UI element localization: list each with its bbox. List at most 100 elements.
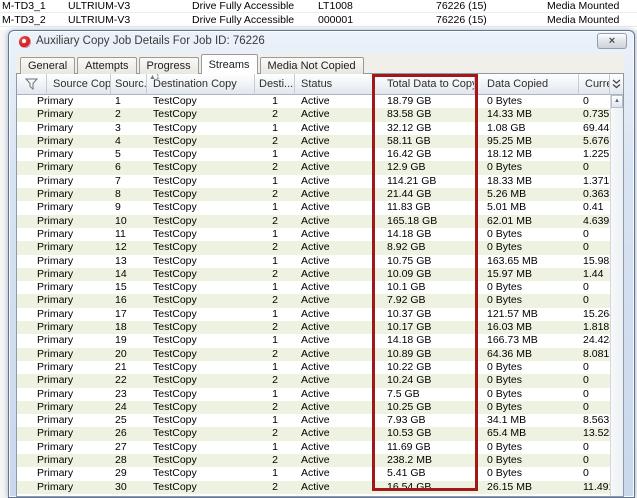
cell-destination-stream: 2 (255, 161, 295, 174)
cell-status: Active (295, 348, 375, 361)
table-row[interactable]: Primary 17 TestCopy 1 Active 10.37 GB 12… (17, 308, 610, 321)
cell-status: Active (295, 454, 375, 467)
cell-current: 0 (579, 454, 610, 467)
table-row[interactable]: Primary 16 TestCopy 2 Active 7.92 GB 0 B… (17, 294, 610, 307)
tab-attempts[interactable]: Attempts (77, 57, 136, 74)
bg-cell-barcode: LT1008 (318, 0, 353, 13)
table-row[interactable]: Primary 20 TestCopy 2 Active 10.89 GB 64… (17, 348, 610, 361)
table-row[interactable]: Primary 27 TestCopy 1 Active 11.69 GB 0 … (17, 441, 610, 454)
table-row[interactable]: Primary 30 TestCopy 2 Active 16.54 GB 26… (17, 481, 610, 494)
cell-status: Active (295, 215, 375, 228)
scroll-up-button[interactable]: ▲ (611, 95, 623, 108)
cell-current: 0 (579, 401, 610, 414)
table-row[interactable]: Primary 18 TestCopy 2 Active 10.17 GB 16… (17, 321, 610, 334)
table-row[interactable]: Primary 11 TestCopy 1 Active 14.18 GB 0 … (17, 228, 610, 241)
table-row[interactable]: Primary 26 TestCopy 2 Active 10.53 GB 65… (17, 427, 610, 440)
cell-status: Active (295, 441, 375, 454)
column-header-destination-stream[interactable]: Desti... (255, 74, 295, 95)
table-row[interactable]: Primary 25 TestCopy 1 Active 7.93 GB 34.… (17, 414, 610, 427)
column-header-source-copy[interactable]: Source Copy (47, 74, 111, 95)
table-row[interactable]: Primary 13 TestCopy 1 Active 10.75 GB 16… (17, 255, 610, 268)
table-row[interactable]: Primary 12 TestCopy 2 Active 8.92 GB 0 B… (17, 241, 610, 254)
table-row[interactable]: Primary 21 TestCopy 1 Active 10.22 GB 0 … (17, 361, 610, 374)
cell-destination-copy: TestCopy (147, 215, 255, 228)
table-row[interactable]: Primary 4 TestCopy 2 Active 58.11 GB 95.… (17, 135, 610, 148)
table-row[interactable]: Primary 5 TestCopy 1 Active 16.42 GB 18.… (17, 148, 610, 161)
cell-total-data-to-copy: 58.11 GB (375, 135, 475, 148)
column-header-status[interactable]: Status (295, 74, 375, 95)
background-table-row[interactable]: M-TD3_2 ULTRIUM-V3 Drive Fully Accessibl… (0, 14, 637, 27)
tab-streams[interactable]: Streams (201, 54, 258, 74)
cell-total-data-to-copy: 7.5 GB (375, 388, 475, 401)
cell-status: Active (295, 148, 375, 161)
sort-indicator: ▲1 (149, 74, 160, 81)
cell-current: 0 (579, 95, 610, 108)
table-row[interactable]: Primary 29 TestCopy 1 Active 5.41 GB 0 B… (17, 467, 610, 480)
table-body: Primary 1 TestCopy 1 Active 18.79 GB 0 B… (17, 95, 610, 496)
tab-progress[interactable]: Progress (139, 57, 199, 74)
cell-status: Active (295, 241, 375, 254)
column-header-total-data-to-copy[interactable]: Total Data to Copy (375, 74, 475, 95)
cell-destination-stream: 1 (255, 175, 295, 188)
cell-destination-copy: TestCopy (147, 374, 255, 387)
table-row[interactable]: Primary 28 TestCopy 2 Active 238.2 MB 0 … (17, 454, 610, 467)
column-header-current[interactable]: Curre (579, 74, 612, 95)
cell-status: Active (295, 334, 375, 347)
cell-destination-copy: TestCopy (147, 268, 255, 281)
cell-source-stream: 13 (111, 255, 147, 268)
cell-data-copied: 0 Bytes (475, 388, 579, 401)
bg-cell-media: M-TD3_1 (2, 0, 46, 13)
cell-source-stream: 23 (111, 388, 147, 401)
cell-source-stream: 5 (111, 148, 147, 161)
column-chooser-button[interactable] (609, 74, 623, 95)
cell-status: Active (295, 414, 375, 427)
cell-destination-copy: TestCopy (147, 122, 255, 135)
tab-general[interactable]: General (20, 57, 75, 74)
table-row[interactable]: Primary 23 TestCopy 1 Active 7.5 GB 0 By… (17, 388, 610, 401)
column-header-destination-copy[interactable]: Destination Copy (147, 74, 255, 95)
cell-total-data-to-copy: 7.92 GB (375, 294, 475, 307)
table-row[interactable]: Primary 6 TestCopy 2 Active 12.9 GB 0 By… (17, 161, 610, 174)
table-row[interactable]: Primary 10 TestCopy 2 Active 165.18 GB 6… (17, 215, 610, 228)
cell-destination-copy: TestCopy (147, 95, 255, 108)
cell-total-data-to-copy: 32.12 GB (375, 122, 475, 135)
table-row[interactable]: Primary 3 TestCopy 1 Active 32.12 GB 1.0… (17, 122, 610, 135)
table-row[interactable]: Primary 7 TestCopy 1 Active 114.21 GB 18… (17, 175, 610, 188)
cell-total-data-to-copy: 14.18 GB (375, 334, 475, 347)
tab-media-not-copied[interactable]: Media Not Copied (260, 57, 364, 74)
cell-destination-copy: TestCopy (147, 481, 255, 494)
cell-source-copy: Primary (17, 175, 111, 188)
cell-destination-copy: TestCopy (147, 175, 255, 188)
table-row[interactable]: Primary 15 TestCopy 1 Active 10.1 GB 0 B… (17, 281, 610, 294)
cell-status: Active (295, 135, 375, 148)
bg-cell-job-id: 76226 (15) (436, 14, 487, 27)
close-button[interactable]: × (597, 33, 627, 49)
table-row[interactable]: Primary 19 TestCopy 1 Active 14.18 GB 16… (17, 334, 610, 347)
cell-status: Active (295, 321, 375, 334)
cell-data-copied: 0 Bytes (475, 281, 579, 294)
table-row[interactable]: Primary 22 TestCopy 2 Active 10.24 GB 0 … (17, 374, 610, 387)
table-row[interactable]: Primary 14 TestCopy 2 Active 10.09 GB 15… (17, 268, 610, 281)
table-row[interactable]: Primary 9 TestCopy 1 Active 11.83 GB 5.0… (17, 201, 610, 214)
cell-current: 0 (579, 388, 610, 401)
table-row[interactable]: Primary 8 TestCopy 2 Active 21.44 GB 5.2… (17, 188, 610, 201)
commvault-app-icon (19, 36, 31, 48)
cell-source-stream: 24 (111, 401, 147, 414)
vertical-scrollbar[interactable]: ▲ (610, 95, 623, 496)
filter-button[interactable] (17, 74, 47, 95)
cell-destination-copy: TestCopy (147, 348, 255, 361)
background-table-row[interactable]: M-TD3_1 ULTRIUM-V3 Drive Fully Accessibl… (0, 0, 637, 13)
bg-cell-drive-type: ULTRIUM-V3 (68, 14, 130, 27)
column-header-source-stream[interactable]: Sourc... (111, 74, 147, 95)
cell-data-copied: 5.01 MB (475, 201, 579, 214)
column-header-data-copied[interactable]: Data Copied (475, 74, 579, 95)
cell-source-stream: 19 (111, 334, 147, 347)
cell-destination-stream: 1 (255, 95, 295, 108)
cell-source-stream: 26 (111, 427, 147, 440)
tab-bar: General Attempts Progress Streams Media … (20, 55, 366, 74)
bg-cell-drive-type: ULTRIUM-V3 (68, 0, 130, 13)
table-row[interactable]: Primary 2 TestCopy 2 Active 83.58 GB 14.… (17, 108, 610, 121)
table-row[interactable]: Primary 24 TestCopy 2 Active 10.25 GB 0 … (17, 401, 610, 414)
cell-data-copied: 18.33 MB (475, 175, 579, 188)
table-row[interactable]: Primary 1 TestCopy 1 Active 18.79 GB 0 B… (17, 95, 610, 108)
